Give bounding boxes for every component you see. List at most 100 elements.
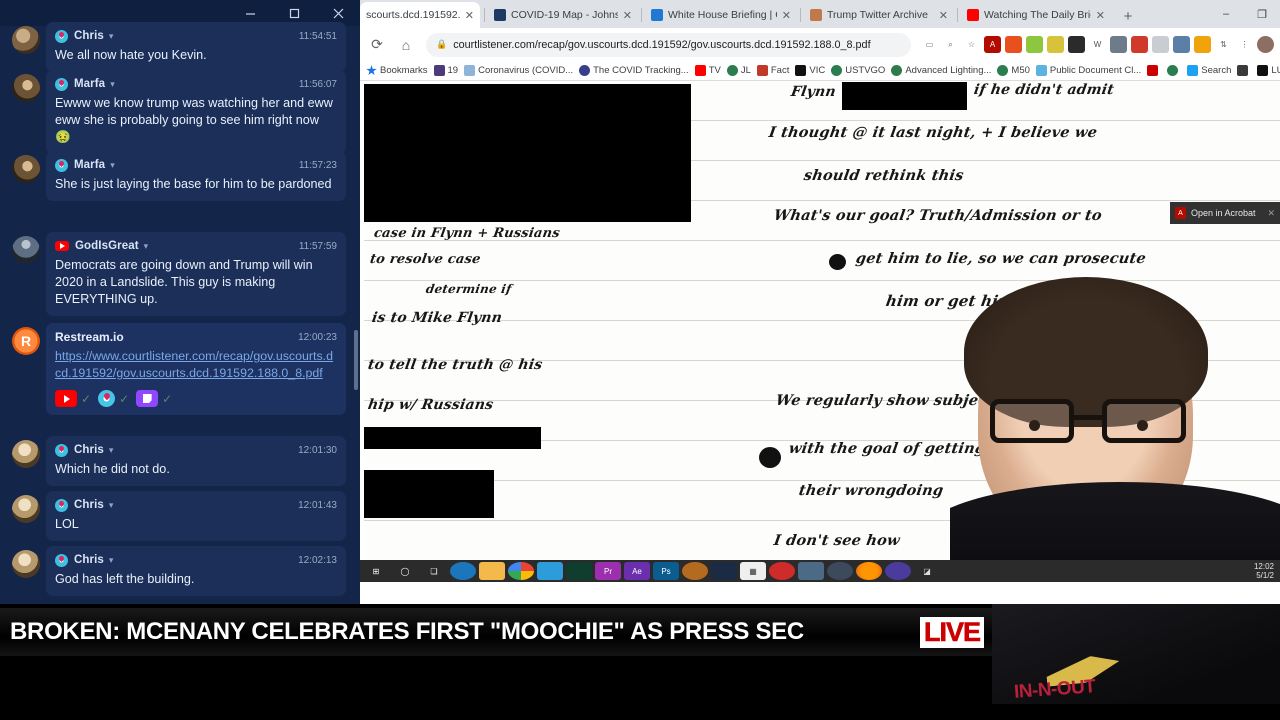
chevron-down-icon[interactable]: ▾ bbox=[110, 160, 115, 171]
app-icon[interactable]: ◪ bbox=[914, 562, 940, 580]
chat-timestamp: 12:00:23 bbox=[298, 331, 337, 343]
cortana-icon[interactable]: ◯ bbox=[392, 562, 418, 580]
video-icon[interactable] bbox=[711, 562, 737, 580]
premiere-pro-icon[interactable]: Pr bbox=[595, 562, 621, 580]
browser-tab-4[interactable]: Watching The Daily Briefing Wit ✕ bbox=[961, 2, 1111, 28]
extension-icon[interactable] bbox=[1047, 36, 1064, 53]
chat-username[interactable]: Chris bbox=[74, 30, 104, 42]
close-icon[interactable]: ✕ bbox=[1267, 208, 1275, 219]
tab-title: COVID-19 Map - Johns Hopkins bbox=[511, 9, 618, 21]
calculator-icon[interactable]: ▦ bbox=[740, 562, 766, 580]
chat-message-list[interactable]: Chris ▾ 11:54:51 We all now hate you Kev… bbox=[0, 18, 360, 604]
browser-tab-2[interactable]: White House Briefing | C-SPAN... ✕ bbox=[645, 2, 797, 28]
chat-username[interactable]: Chris bbox=[74, 444, 104, 456]
bookmark-item[interactable]: M50 bbox=[997, 65, 1030, 76]
reload-icon[interactable]: ⟳ bbox=[365, 33, 389, 57]
chat-username[interactable]: Chris bbox=[74, 554, 104, 566]
firefox-icon[interactable] bbox=[856, 562, 882, 580]
bookmark-item[interactable] bbox=[1237, 65, 1251, 76]
bookmark-item[interactable]: Search bbox=[1187, 65, 1231, 76]
chat-username[interactable]: Marfa bbox=[74, 78, 105, 90]
acrobat-extension-icon[interactable]: A bbox=[984, 36, 1001, 53]
browser-tab-1[interactable]: COVID-19 Map - Johns Hopkins ✕ bbox=[488, 2, 638, 28]
chevron-down-icon[interactable]: ▾ bbox=[109, 445, 114, 456]
close-icon[interactable]: ✕ bbox=[623, 9, 632, 22]
file-explorer-icon[interactable] bbox=[479, 562, 505, 580]
bookmark-item[interactable]: TV bbox=[694, 65, 721, 76]
handwritten-line: hip w/ Russians bbox=[366, 397, 495, 413]
app-icon[interactable] bbox=[566, 562, 592, 580]
extension-icon[interactable] bbox=[1005, 36, 1022, 53]
extension-icon[interactable]: ⇅ bbox=[1215, 36, 1232, 53]
task-view-icon[interactable]: ❏ bbox=[421, 562, 447, 580]
wikipedia-icon[interactable]: W bbox=[1089, 36, 1106, 53]
chat-scrollbar[interactable] bbox=[354, 330, 358, 390]
bookmark-item[interactable]: Advanced Lighting... bbox=[891, 65, 991, 76]
bookmark-item[interactable]: LUT bbox=[1257, 65, 1280, 76]
edge-icon[interactable] bbox=[450, 562, 476, 580]
menu-icon[interactable]: ⋮ bbox=[1236, 36, 1253, 53]
extension-icon[interactable] bbox=[1026, 36, 1043, 53]
handwritten-line: What's our goal? Truth/Admission or to bbox=[772, 207, 1104, 224]
bookmark-item[interactable]: VIC bbox=[795, 65, 825, 76]
home-icon[interactable]: ⌂ bbox=[394, 33, 418, 57]
close-icon[interactable]: ✕ bbox=[782, 9, 791, 22]
bookmark-item[interactable]: The COVID Tracking... bbox=[579, 65, 689, 76]
new-tab-button[interactable]: + bbox=[1117, 5, 1139, 27]
bookmark-item[interactable]: Bookmarks bbox=[366, 65, 428, 76]
bookmark-item[interactable]: Public Document Cl... bbox=[1035, 65, 1141, 76]
handwritten-line: determine if bbox=[424, 282, 513, 296]
browser-tab-0[interactable]: scourts.dcd.191592.188.0_ ✕ bbox=[360, 2, 480, 28]
close-icon[interactable]: ✕ bbox=[465, 9, 474, 22]
chat-username[interactable]: GodIsGreat bbox=[75, 240, 139, 252]
chat-username[interactable]: Chris bbox=[74, 499, 104, 511]
bookmark-item[interactable] bbox=[1147, 65, 1161, 76]
chat-timestamp: 11:57:23 bbox=[298, 159, 337, 171]
bookmark-star-icon[interactable]: ☆ bbox=[963, 36, 980, 53]
cast-icon[interactable]: ▭ bbox=[921, 36, 938, 53]
zoom-icon[interactable]: ⌕ bbox=[942, 36, 959, 53]
bookmark-item[interactable]: JL bbox=[726, 65, 751, 76]
bookmark-item[interactable]: 19 bbox=[433, 65, 458, 76]
close-icon[interactable]: ✕ bbox=[939, 9, 948, 22]
clock-time: 12:02 bbox=[1253, 562, 1274, 571]
photoshop-icon[interactable]: Ps bbox=[653, 562, 679, 580]
bookmark-item[interactable] bbox=[1167, 65, 1181, 76]
app-icon[interactable] bbox=[682, 562, 708, 580]
app-icon[interactable] bbox=[798, 562, 824, 580]
taskbar-clock[interactable]: 12:02 5/1/2 bbox=[1254, 562, 1274, 580]
minimize-icon[interactable]: – bbox=[1208, 8, 1244, 20]
profile-avatar[interactable] bbox=[1257, 36, 1274, 53]
chat-link[interactable]: https://www.courtlistener.com/recap/gov.… bbox=[55, 348, 337, 382]
speedtest-icon[interactable] bbox=[827, 562, 853, 580]
app-icon[interactable] bbox=[885, 562, 911, 580]
mail-icon[interactable] bbox=[537, 562, 563, 580]
chevron-down-icon[interactable]: ▾ bbox=[109, 500, 114, 511]
redaction-block bbox=[842, 82, 967, 110]
opera-icon[interactable] bbox=[769, 562, 795, 580]
browser-tab-3[interactable]: Trump Twitter Archive ✕ bbox=[804, 2, 954, 28]
bookmark-item[interactable]: Fact bbox=[756, 65, 789, 76]
pdf-viewer[interactable]: case in Flynn + Russians to resolve case… bbox=[360, 82, 1280, 582]
start-icon[interactable]: ⊞ bbox=[363, 562, 389, 580]
chevron-down-icon[interactable]: ▾ bbox=[109, 555, 114, 566]
extension-icon[interactable] bbox=[1152, 36, 1169, 53]
extension-icon[interactable] bbox=[1131, 36, 1148, 53]
after-effects-icon[interactable]: Ae bbox=[624, 562, 650, 580]
extension-icon[interactable] bbox=[1110, 36, 1127, 53]
extension-icon[interactable] bbox=[1194, 36, 1211, 53]
open-in-acrobat-toast[interactable]: A Open in Acrobat ✕ bbox=[1170, 202, 1280, 224]
extension-icon[interactable] bbox=[1068, 36, 1085, 53]
chevron-down-icon[interactable]: ▾ bbox=[109, 31, 114, 42]
bookmark-item[interactable]: Coronavirus (COVID... bbox=[464, 65, 573, 76]
chrome-icon[interactable] bbox=[508, 562, 534, 580]
chat-username[interactable]: Marfa bbox=[74, 159, 105, 171]
handwritten-line: I don't see how bbox=[772, 532, 902, 549]
close-icon[interactable]: ✕ bbox=[1096, 9, 1105, 22]
extension-icon[interactable] bbox=[1173, 36, 1190, 53]
bookmark-item[interactable]: USTVGO bbox=[831, 65, 885, 76]
chevron-down-icon[interactable]: ▾ bbox=[110, 79, 115, 90]
chevron-down-icon[interactable]: ▾ bbox=[144, 241, 149, 252]
maximize-icon[interactable]: ❐ bbox=[1244, 8, 1280, 21]
address-bar[interactable]: 🔒 courtlistener.com/recap/gov.uscourts.d… bbox=[426, 32, 911, 57]
